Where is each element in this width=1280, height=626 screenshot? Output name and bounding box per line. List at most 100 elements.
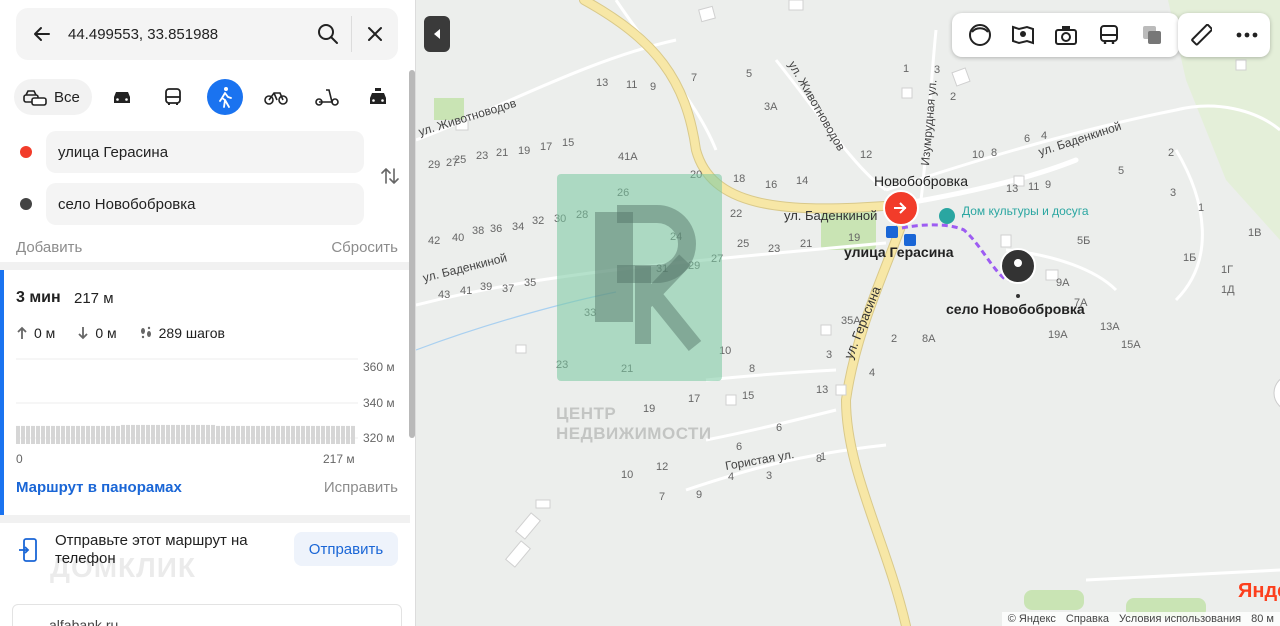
house-number: 41 [460,285,472,297]
house-number: 13 [816,384,828,396]
house-number: 8 [749,363,755,375]
layer-button[interactable] [958,13,1001,57]
house-number: 6 [736,441,742,453]
house-number: 15А [1121,339,1141,351]
map-canvas[interactable]: ул. Животноводов ул. Животноводов ул. Ба… [416,0,1280,626]
arrow-up-icon [17,326,27,339]
yandex-logo[interactable]: Яндекс [1238,580,1280,603]
house-number: 5 [746,68,752,80]
street-label: ул. Животноводов [417,96,518,139]
street-label: ул. Животноводов [785,59,848,154]
house-number: 34 [512,221,524,233]
waypoint-to-field[interactable]: село Новобобровка [46,183,364,225]
elevation-bar [316,425,320,444]
mode-bicycle[interactable] [258,79,294,115]
house-number: 1Г [1221,264,1233,276]
route-links: Маршрут в панорамах Исправить [16,479,398,496]
help-link[interactable]: Справка [1066,613,1109,625]
elevation-bar [326,425,330,444]
panorama-link[interactable]: Маршрут в панорамах [16,479,182,496]
footsteps-icon [140,326,151,339]
search-button[interactable] [305,8,351,60]
poi-label: Дом культуры и досуга [962,204,1089,218]
elevation-bar [161,424,165,444]
mode-transit[interactable] [155,79,191,115]
park-area [1024,590,1084,610]
house-number: 39 [480,281,492,293]
house-number: 7 [691,72,697,84]
house-number: 22 [730,208,742,220]
house-number: 4 [728,471,734,483]
mode-walk[interactable] [206,79,243,115]
rk-logo-icon [595,205,702,352]
map-mode-button[interactable] [1130,13,1173,57]
yandex-logo-text: Яндекс [1238,580,1280,602]
elevation-bar [61,425,65,444]
street-label: ул. Баденкиной [421,250,508,284]
elevation-bars [16,424,355,444]
house-number: 5Б [1077,235,1090,247]
panorama-button[interactable] [1044,13,1087,57]
house-number: 8А [922,333,936,345]
elevation-bar [231,425,235,444]
elevation-bar [261,425,265,444]
ad-banner[interactable]: alfabank.ru [12,604,402,626]
search-box [16,8,398,60]
map-footer: © Яндекс Справка Условия использования 8… [1001,612,1280,626]
back-button[interactable] [16,8,68,60]
add-waypoint-link[interactable]: Добавить [16,239,82,256]
elevation-bar [146,424,150,444]
elevation-bar [31,425,35,444]
house-number: 29 [428,159,440,171]
swap-icon [381,168,399,184]
elevation-bar [181,424,185,444]
house-number: 13А [1100,321,1120,333]
send-button[interactable]: Отправить [294,532,398,566]
collapse-panel-button[interactable] [424,16,450,52]
clear-button[interactable] [352,8,398,60]
fix-link[interactable]: Исправить [324,479,398,496]
elevation-bar [116,425,120,444]
steps-value: 289 шагов [158,325,225,341]
route-card[interactable]: 3 мин 217 м 0 м 0 м 289 шагов 360 м 340 … [0,270,410,515]
house-number: 4 [1041,130,1047,142]
search-input[interactable] [68,8,305,60]
village-label: Новобобровка [874,173,968,189]
elevation-bar [291,425,295,444]
house-number: 6 [1024,133,1030,145]
street-label: Изумрудная ул. [918,79,939,166]
ruler-button[interactable] [1178,13,1224,57]
terms-link[interactable]: Условия использования [1119,613,1241,625]
mode-taxi[interactable] [360,79,396,115]
traffic-button[interactable] [1001,13,1044,57]
waypoint-to: село Новобобровка [16,183,364,225]
elevation-bar [111,425,115,444]
elevation-bar [251,425,255,444]
more-button[interactable] [1224,13,1270,57]
camera-icon [1054,26,1077,45]
phone-send-icon [19,538,37,562]
mode-scooter[interactable] [309,79,345,115]
panel-scrollbar[interactable] [409,70,415,438]
house-number: 3 [934,64,940,76]
elevation-bar [321,425,325,444]
elevation-bar [341,425,345,444]
ad-text: alfabank.ru [49,617,119,626]
swap-waypoints-button[interactable] [376,162,404,190]
mode-all[interactable]: Все [14,79,92,115]
map-control-partial[interactable] [1273,375,1280,411]
house-number: 19А [1048,329,1068,341]
scooter-icon [315,89,339,106]
transit-layer-button[interactable] [1087,13,1130,57]
reset-link[interactable]: Сбросить [331,239,398,256]
rk-caption-line1: ЦЕНТР [556,404,617,423]
end-dot [20,198,32,210]
elevation-bar [21,425,25,444]
map-layer: ул. Животноводов ул. Животноводов ул. Ба… [416,0,1280,626]
mode-car[interactable] [104,79,140,115]
house-number: 21 [800,238,812,250]
search-icon [318,24,338,44]
house-number: 23 [476,150,488,162]
waypoint-from-field[interactable]: улица Герасина [46,131,364,173]
map-tools-toolbar [1178,13,1270,57]
